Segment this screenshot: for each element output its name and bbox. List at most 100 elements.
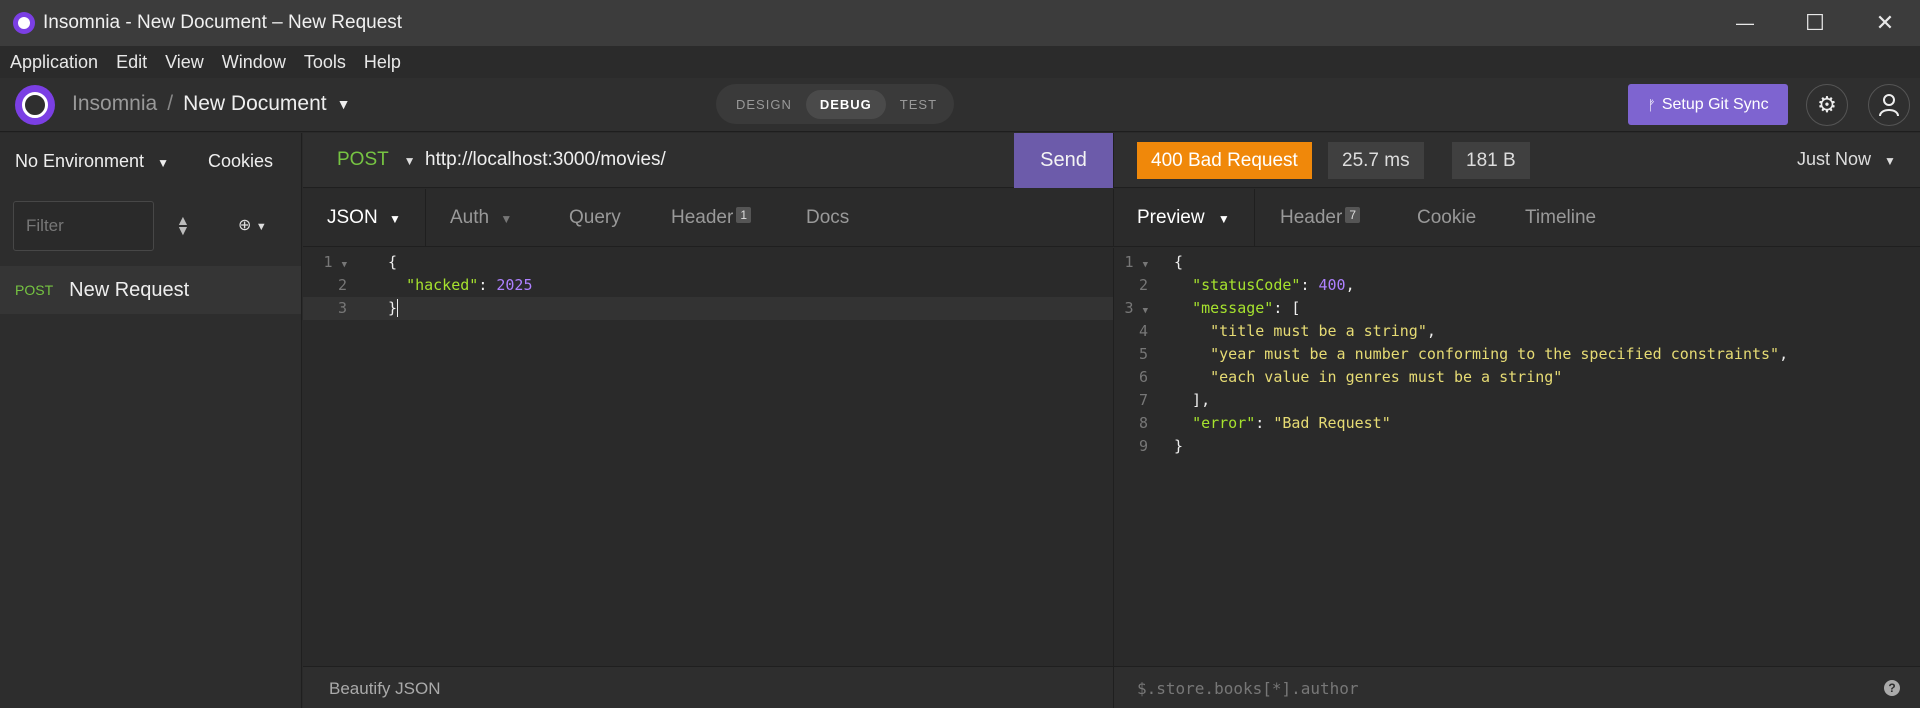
breadcrumb-separator: / — [167, 92, 174, 115]
status-badge: 400 Bad Request — [1137, 142, 1312, 179]
maximize-button[interactable]: ☐ — [1780, 0, 1850, 46]
code-line: { — [1174, 253, 1184, 271]
header-count-badge: 1 — [736, 207, 752, 223]
code-line: { — [388, 253, 398, 271]
title-bar: Insomnia - New Document – New Request — … — [0, 0, 1920, 46]
code-line: ], — [1174, 391, 1211, 409]
setup-git-sync-button[interactable]: ᚠ Setup Git Sync — [1628, 84, 1788, 125]
method-selector[interactable]: POST ▼ — [337, 149, 416, 171]
response-filter-input[interactable] — [1137, 679, 1837, 698]
menu-view[interactable]: View — [165, 52, 204, 73]
request-method-badge: POST — [15, 282, 54, 298]
help-icon[interactable]: ? — [1884, 680, 1900, 696]
tab-header[interactable]: Header 1 — [671, 207, 752, 229]
code-line: } — [1174, 437, 1184, 455]
code-line: "year must be a number conforming to the… — [1210, 345, 1789, 363]
cookies-button[interactable]: Cookies — [208, 151, 273, 172]
menu-tools[interactable]: Tools — [304, 52, 346, 73]
settings-button[interactable]: ⚙ — [1806, 84, 1848, 126]
request-tabs: JSON ▼ Auth ▼ Query Header 1 Docs — [303, 189, 1113, 247]
close-icon: ✕ — [1875, 10, 1895, 35]
request-name: New Request — [69, 278, 190, 301]
line-number: 8 — [1138, 414, 1148, 432]
tab-auth-label: Auth — [450, 207, 490, 228]
menu-bar: Application Edit View Window Tools Help — [0, 46, 1920, 78]
tab-body[interactable]: JSON ▼ — [327, 207, 401, 229]
code-line: "title must be a string", — [1210, 322, 1436, 340]
gear-icon: ⚙ — [1817, 92, 1837, 117]
json-number: 2025 — [496, 276, 533, 294]
response-header-count-badge: 7 — [1345, 207, 1361, 223]
tab-body-label: JSON — [327, 207, 378, 228]
code-line: "each value in genres must be a string" — [1174, 366, 1562, 389]
account-button[interactable] — [1868, 84, 1910, 126]
chevron-down-icon[interactable]: ▼ — [337, 96, 351, 112]
menu-window[interactable]: Window — [222, 52, 286, 73]
maximize-icon: ☐ — [1805, 10, 1825, 35]
tab-timeline[interactable]: Timeline — [1525, 207, 1596, 229]
response-time-badge: 25.7 ms — [1328, 142, 1424, 179]
user-icon — [1879, 94, 1899, 117]
line-number: 2 — [337, 276, 347, 294]
response-footer: ? — [1113, 666, 1920, 708]
tab-docs[interactable]: Docs — [806, 207, 849, 229]
json-string: "each value in genres must be a string" — [1210, 368, 1563, 386]
code-line: "hacked": 2025 — [406, 276, 533, 294]
tab-cookie[interactable]: Cookie — [1417, 207, 1476, 229]
insomnia-home-icon[interactable] — [15, 85, 55, 125]
close-button[interactable]: ✕ — [1850, 0, 1920, 46]
filter-input[interactable] — [13, 201, 154, 251]
line-number: 3 — [337, 299, 347, 317]
tab-response-header[interactable]: Header 7 — [1280, 207, 1361, 229]
line-number: 6 — [1138, 368, 1148, 386]
tab-query[interactable]: Query — [569, 207, 621, 229]
request-body-editor[interactable]: 1 ▼ 2 3 { "hacked": 2025 } — [303, 248, 1113, 666]
menu-application[interactable]: Application — [10, 52, 98, 73]
breadcrumb-app[interactable]: Insomnia — [72, 92, 157, 116]
url-input[interactable]: http://localhost:3000/movies/ — [425, 149, 666, 171]
tab-preview[interactable]: Preview ▼ — [1137, 207, 1230, 229]
sidebar-request-item[interactable]: POST New Request — [0, 266, 301, 314]
breadcrumb-document[interactable]: New Document — [183, 92, 327, 116]
json-string: "Bad Request" — [1273, 414, 1391, 432]
breadcrumb: Insomnia / New Document ▼ — [72, 92, 350, 116]
chevron-down-icon: ▼ — [157, 156, 169, 170]
tab-header-label: Header — [671, 207, 734, 228]
mode-test[interactable]: TEST — [886, 90, 951, 119]
chevron-down-icon: ▼ — [500, 212, 513, 226]
sidebar: No Environment ▼ Cookies ▲▼ ⊕ ▼ POST New… — [0, 133, 302, 708]
send-button[interactable]: Send — [1014, 133, 1113, 188]
line-number: 5 — [1138, 345, 1148, 363]
response-history-dropdown[interactable]: Just Now ▼ — [1797, 149, 1896, 170]
url-bar: POST ▼ http://localhost:3000/movies/ Sen… — [303, 133, 1113, 188]
menu-edit[interactable]: Edit — [116, 52, 147, 73]
line-number: 2 — [1138, 276, 1148, 294]
tab-response-header-label: Header — [1280, 207, 1343, 228]
minimize-icon: — — [1736, 12, 1754, 33]
request-footer: Beautify JSON — [303, 666, 1113, 708]
add-request-icon[interactable]: ⊕ ▼ — [238, 215, 267, 235]
line-number: 9 — [1138, 437, 1148, 455]
minimize-button[interactable]: — — [1710, 0, 1780, 46]
code-line: } — [388, 299, 399, 317]
environment-selector[interactable]: No Environment ▼ — [15, 151, 169, 172]
code-line: "error": "Bad Request" — [1192, 414, 1391, 432]
chevron-down-icon: ▼ — [388, 212, 401, 226]
git-branch-icon: ᚠ — [1647, 96, 1656, 113]
line-number: 4 — [1138, 322, 1148, 340]
json-string: "title must be a string" — [1210, 322, 1427, 340]
method-label: POST — [337, 149, 389, 170]
mode-debug[interactable]: DEBUG — [805, 89, 886, 119]
menu-help[interactable]: Help — [364, 52, 401, 73]
sort-icon[interactable]: ▲ ▼ — [176, 213, 190, 237]
json-string: "year must be a number conforming to the… — [1210, 345, 1780, 363]
response-tabs: Preview ▼ Header 7 Cookie Timeline — [1113, 189, 1920, 247]
tab-auth[interactable]: Auth ▼ — [450, 207, 512, 229]
response-body-viewer: 1 ▼ 2 3 ▼ 4 5 6 7 8 9 { "statusCode": 40… — [1113, 248, 1920, 666]
mode-design[interactable]: DESIGN — [722, 90, 806, 119]
beautify-json-button[interactable]: Beautify JSON — [329, 679, 441, 699]
json-number: 400 — [1318, 276, 1346, 294]
chevron-down-icon: ▼ — [403, 154, 416, 168]
chevron-down-icon: ▼ — [1884, 154, 1896, 168]
response-size-badge: 181 B — [1452, 142, 1530, 179]
